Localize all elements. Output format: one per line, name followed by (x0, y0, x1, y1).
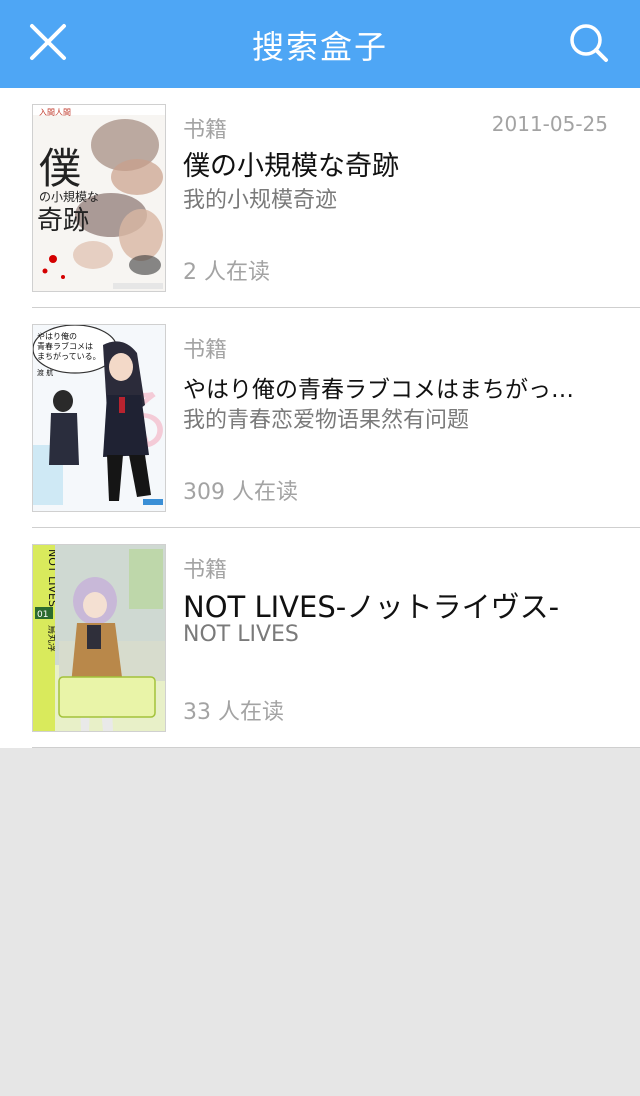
divider (32, 747, 640, 748)
search-results-list: 入間人間 僕 の小規模な 奇跡 书籍 2011-05-25 僕の小規模な奇跡 我… (0, 88, 640, 748)
book-cover: NOT LIVES 01 烏丸浮 (32, 544, 166, 732)
svg-text:の小規模な: の小規模な (39, 189, 99, 204)
item-category: 书籍 (183, 558, 228, 583)
book-cover-image: NOT LIVES 01 烏丸浮 (33, 545, 165, 731)
item-subtitle: 我的小规模奇迹 (183, 188, 338, 213)
item-category: 书籍 (183, 118, 228, 143)
book-cover-image: る やはり俺の 青春ラブコメは まちがっている。 渡 航 (33, 325, 165, 511)
svg-text:僕: 僕 (39, 144, 81, 193)
item-readers: 309 人在读 (183, 480, 298, 505)
svg-text:まちがっている。: まちがっている。 (37, 351, 101, 361)
list-item[interactable]: NOT LIVES 01 烏丸浮 书籍 NOT LIVES-ノットライヴス- N… (0, 528, 640, 748)
search-button[interactable] (562, 18, 618, 70)
item-date: 2011-05-25 (491, 112, 608, 136)
app-header: 搜索盒子 (0, 0, 640, 88)
item-category: 书籍 (183, 338, 228, 363)
list-item[interactable]: 入間人間 僕 の小規模な 奇跡 书籍 2011-05-25 僕の小規模な奇跡 我… (0, 88, 640, 308)
svg-text:01: 01 (37, 610, 48, 620)
item-title: NOT LIVES-ノットライヴス- (183, 590, 560, 624)
svg-text:入間人間: 入間人間 (39, 108, 71, 117)
list-item[interactable]: る やはり俺の 青春ラブコメは まちがっている。 渡 航 (0, 308, 640, 528)
svg-text:やはり俺の: やはり俺の (37, 331, 77, 341)
book-cover: る やはり俺の 青春ラブコメは まちがっている。 渡 航 (32, 324, 166, 512)
book-cover: 入間人間 僕 の小規模な 奇跡 (32, 104, 166, 292)
search-icon (570, 24, 608, 62)
page-title: 搜索盒子 (251, 28, 388, 66)
svg-text:渡 航: 渡 航 (37, 368, 53, 377)
item-readers: 33 人在读 (183, 700, 284, 725)
item-subtitle: NOT LIVES (183, 622, 299, 647)
item-title: やはり俺の青春ラブコメはまちがっ… (183, 377, 574, 403)
book-cover-image: 入間人間 僕 の小規模な 奇跡 (33, 105, 165, 291)
svg-text:奇跡: 奇跡 (37, 206, 89, 236)
item-subtitle: 我的青春恋爱物语果然有问题 (183, 408, 470, 433)
item-title: 僕の小規模な奇跡 (183, 151, 399, 182)
svg-text:青春ラブコメは: 青春ラブコメは (37, 341, 93, 351)
item-readers: 2 人在读 (183, 260, 270, 285)
